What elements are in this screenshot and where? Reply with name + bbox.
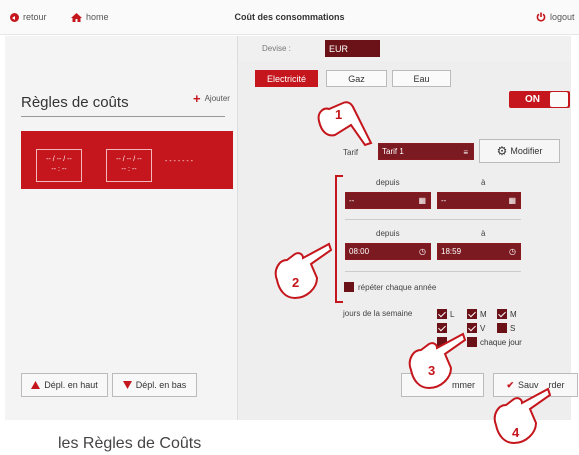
time-to-label: à xyxy=(481,229,486,238)
day-saturday-label: S xyxy=(510,323,516,333)
modify-tarif-button[interactable]: ⚙ Modifier xyxy=(479,139,560,163)
day-friday-label: V xyxy=(480,323,486,333)
plus-icon: + xyxy=(193,91,201,106)
modify-label: Modifier xyxy=(510,146,543,156)
repeat-checkbox-box xyxy=(344,282,354,292)
toggle-label: ON xyxy=(525,94,540,105)
date-from-value: -- xyxy=(349,196,355,205)
date-time-divider xyxy=(345,219,521,220)
rule-start-time: -- : -- xyxy=(51,166,67,173)
time-from-input[interactable]: 08:00 ◷ xyxy=(345,243,431,260)
rule-end-date: -- / -- / -- xyxy=(116,156,142,163)
time-from-label: depuis xyxy=(376,229,400,238)
section-bracket xyxy=(335,175,343,303)
tarif-value: Tarif 1 xyxy=(382,147,404,156)
day-monday[interactable]: L xyxy=(437,309,454,319)
tarif-select[interactable]: Tarif 1 ≡ xyxy=(378,143,474,160)
pointing-hand-icon xyxy=(274,242,333,300)
checkbox-saturday xyxy=(497,323,507,333)
rules-divider xyxy=(21,116,225,117)
callout-number-1: 1 xyxy=(335,107,343,122)
checkbox-friday xyxy=(467,323,477,333)
logout-link[interactable]: logout xyxy=(536,12,575,22)
day-monday-label: L xyxy=(450,309,455,319)
checkbox-wednesday xyxy=(497,309,507,319)
logout-label: logout xyxy=(550,12,575,22)
repeat-yearly-checkbox[interactable]: répéter chaque année xyxy=(344,282,436,292)
rules-title: Règles de coûts xyxy=(21,94,129,111)
callout-number-4: 4 xyxy=(512,425,520,440)
page-title: Coût des consommations xyxy=(234,12,345,22)
clock-icon: ◷ xyxy=(419,247,426,256)
every-day-label: chaque jour xyxy=(480,337,522,347)
date-to-label: à xyxy=(481,178,486,187)
day-tuesday-label: M xyxy=(480,309,487,319)
tab-electricite[interactable]: Electricité xyxy=(255,70,318,87)
rule-start-date: -- / -- / -- xyxy=(46,156,72,163)
callout-number-2: 2 xyxy=(292,275,300,290)
triangle-down-icon xyxy=(122,381,132,389)
day-friday[interactable]: V xyxy=(467,323,485,333)
date-from-label: depuis xyxy=(376,178,400,187)
devise-select[interactable]: EUR xyxy=(325,40,380,57)
time-to-value: 18:59 xyxy=(441,247,462,256)
toggle-knob xyxy=(550,92,568,107)
add-rule-label: Ajouter xyxy=(204,94,230,103)
checkbox-tuesday xyxy=(467,309,477,319)
menu-icon: ≡ xyxy=(463,148,468,157)
pointing-hand-icon xyxy=(408,332,467,390)
devise-label: Devise : xyxy=(262,44,291,53)
move-down-button[interactable]: Dépl. en bas xyxy=(112,373,197,397)
checkbox-every-day xyxy=(467,337,477,347)
day-wednesday[interactable]: M xyxy=(497,309,517,319)
checkbox-monday xyxy=(437,309,447,319)
rule-card-end: -- / -- / -- -- : -- xyxy=(106,149,152,182)
day-wednesday-label: M xyxy=(510,309,517,319)
add-rule-button[interactable]: + Ajouter xyxy=(193,91,230,106)
tab-eau[interactable]: Eau xyxy=(392,70,451,87)
time-from-value: 08:00 xyxy=(349,247,370,256)
pointing-hand-icon xyxy=(317,101,373,147)
day-tuesday[interactable]: M xyxy=(467,309,487,319)
move-up-label: Dépl. en haut xyxy=(44,380,98,390)
power-icon xyxy=(536,12,546,22)
callout-number-3: 3 xyxy=(428,363,436,378)
move-up-button[interactable]: Dépl. en haut xyxy=(21,373,108,397)
calendar-icon: ▦ xyxy=(508,196,516,205)
page-caption: les Règles de Coûts xyxy=(58,435,202,452)
tarif-label: Tarif xyxy=(343,148,359,157)
triangle-up-icon xyxy=(31,381,41,389)
rule-end-time: -- : -- xyxy=(121,166,137,173)
gear-icon: ⚙ xyxy=(496,144,508,158)
rule-card-start: -- / -- / -- -- : -- xyxy=(36,149,82,182)
pointing-hand-icon xyxy=(493,387,552,445)
tab-gaz[interactable]: Gaz xyxy=(326,70,387,87)
calendar-icon: ▦ xyxy=(418,196,426,205)
day-saturday[interactable]: S xyxy=(497,323,515,333)
every-day-checkbox[interactable]: chaque jour xyxy=(467,337,522,347)
move-down-label: Dépl. en bas xyxy=(135,380,187,390)
time-to-input[interactable]: 18:59 ◷ xyxy=(437,243,521,260)
weekdays-label: jours de la semaine xyxy=(343,309,413,318)
time-divider xyxy=(345,271,521,272)
date-to-value: -- xyxy=(441,196,447,205)
enable-toggle[interactable]: ON xyxy=(509,91,570,108)
rule-card-ellipsis: - - - - - - - xyxy=(165,158,193,165)
date-from-input[interactable]: -- ▦ xyxy=(345,192,431,209)
repeat-label: répéter chaque année xyxy=(358,282,437,292)
clock-icon: ◷ xyxy=(509,247,516,256)
date-to-input[interactable]: -- ▦ xyxy=(437,192,521,209)
